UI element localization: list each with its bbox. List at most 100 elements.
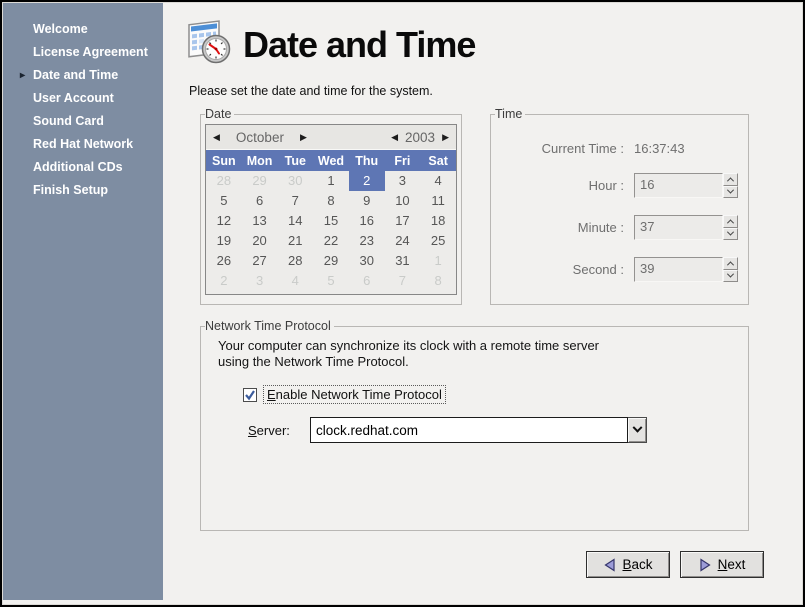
spin-down-button[interactable] xyxy=(723,270,738,283)
sidebar-item-sound-card: Sound Card xyxy=(3,110,163,133)
calendar-day[interactable]: 24 xyxy=(385,231,421,251)
calendar-day[interactable]: 10 xyxy=(385,191,421,211)
calendar-day[interactable]: 15 xyxy=(313,211,349,231)
calendar-day[interactable]: 17 xyxy=(385,211,421,231)
current-time-row: Current Time : 16:37:43 xyxy=(499,141,738,156)
back-label-rest: ack xyxy=(632,557,653,572)
spin-down-button[interactable] xyxy=(723,186,738,199)
sidebar-item-label: Finish Setup xyxy=(33,183,108,197)
wizard-footer: Back Next xyxy=(586,551,764,578)
sidebar-item-label: License Agreement xyxy=(33,45,148,59)
server-label-mnemonic: S xyxy=(248,423,257,438)
sidebar-item-finish-setup: Finish Setup xyxy=(3,179,163,202)
spinner-value[interactable]: 39 xyxy=(634,257,723,282)
active-step-arrow-icon: ▸ xyxy=(20,64,25,87)
calendar-weekday-row: SunMonTueWedThuFriSat xyxy=(206,150,456,171)
calendar-day[interactable]: 29 xyxy=(242,171,278,191)
calendar-day[interactable]: 6 xyxy=(242,191,278,211)
calendar-day[interactable]: 1 xyxy=(313,171,349,191)
calendar-day[interactable]: 7 xyxy=(385,271,421,291)
setup-wizard-window: WelcomeLicense Agreement▸Date and TimeUs… xyxy=(0,0,805,607)
weekday-label-fri: Fri xyxy=(385,154,421,168)
calendar-day[interactable]: 22 xyxy=(313,231,349,251)
next-year-icon[interactable]: ▶ xyxy=(440,132,451,143)
calendar-day-selected[interactable]: 2 xyxy=(349,171,385,191)
server-input[interactable] xyxy=(310,417,628,443)
calendar: ◀ October ▶ ◀ 2003 ▶ SunMonTueWedThuFriS… xyxy=(205,124,457,295)
back-button[interactable]: Back xyxy=(586,551,670,578)
spin-up-button[interactable] xyxy=(723,215,738,228)
next-month-icon[interactable]: ▶ xyxy=(298,132,309,143)
ntp-enable-row: Enable Network Time Protocol xyxy=(243,385,748,404)
calendar-day[interactable]: 5 xyxy=(313,271,349,291)
calendar-clock-icon xyxy=(185,17,233,72)
server-combobox xyxy=(310,417,647,443)
spinner-buttons xyxy=(723,173,738,198)
calendar-day[interactable]: 5 xyxy=(206,191,242,211)
calendar-day[interactable]: 9 xyxy=(349,191,385,211)
chevron-down-icon xyxy=(727,229,734,236)
next-button[interactable]: Next xyxy=(680,551,764,578)
sidebar-item-label: Sound Card xyxy=(33,114,104,128)
calendar-day[interactable]: 27 xyxy=(242,251,278,271)
ntp-enable-label[interactable]: Enable Network Time Protocol xyxy=(263,385,446,404)
calendar-day[interactable]: 3 xyxy=(242,271,278,291)
spin-up-button[interactable] xyxy=(723,257,738,270)
calendar-day[interactable]: 1 xyxy=(420,251,456,271)
spin-down-button[interactable] xyxy=(723,228,738,241)
calendar-day[interactable]: 6 xyxy=(349,271,385,291)
minute-label: Minute : xyxy=(499,220,624,235)
calendar-day[interactable]: 4 xyxy=(420,171,456,191)
ntp-description-line1: Your computer can synchronize its clock … xyxy=(218,338,599,353)
calendar-day[interactable]: 2 xyxy=(206,271,242,291)
calendar-day[interactable]: 26 xyxy=(206,251,242,271)
ntp-enable-checkbox[interactable] xyxy=(243,388,257,402)
hour-row: Hour :16 xyxy=(499,173,738,198)
calendar-day[interactable]: 21 xyxy=(277,231,313,251)
calendar-day[interactable]: 11 xyxy=(420,191,456,211)
back-mnemonic: B xyxy=(622,557,631,572)
calendar-day[interactable]: 4 xyxy=(277,271,313,291)
prev-month-icon[interactable]: ◀ xyxy=(211,132,222,143)
calendar-day[interactable]: 8 xyxy=(420,271,456,291)
minute-spinner[interactable]: 37 xyxy=(634,215,738,240)
calendar-day[interactable]: 23 xyxy=(349,231,385,251)
weekday-label-mon: Mon xyxy=(242,154,278,168)
calendar-day[interactable]: 3 xyxy=(385,171,421,191)
ntp-enable-label-rest: nable Network Time Protocol xyxy=(276,387,442,402)
next-button-label: Next xyxy=(718,557,746,572)
calendar-day[interactable]: 31 xyxy=(385,251,421,271)
calendar-day[interactable]: 28 xyxy=(206,171,242,191)
calendar-day[interactable]: 30 xyxy=(277,171,313,191)
sidebar-item-date-and-time: ▸Date and Time xyxy=(3,64,163,87)
calendar-day[interactable]: 8 xyxy=(313,191,349,211)
ntp-enable-mnemonic: E xyxy=(267,387,276,402)
calendar-day[interactable]: 29 xyxy=(313,251,349,271)
calendar-day[interactable]: 20 xyxy=(242,231,278,251)
spinner-value[interactable]: 16 xyxy=(634,173,723,198)
calendar-day[interactable]: 16 xyxy=(349,211,385,231)
calendar-day[interactable]: 13 xyxy=(242,211,278,231)
calendar-day[interactable]: 28 xyxy=(277,251,313,271)
page-header: Date and Time xyxy=(185,17,801,72)
calendar-day[interactable]: 30 xyxy=(349,251,385,271)
spin-up-button[interactable] xyxy=(723,173,738,186)
server-dropdown-button[interactable] xyxy=(628,417,647,443)
weekday-label-thu: Thu xyxy=(349,154,385,168)
weekday-label-wed: Wed xyxy=(313,154,349,168)
date-legend: Date xyxy=(205,107,234,121)
sidebar-item-label: Welcome xyxy=(33,22,88,36)
hour-spinner[interactable]: 16 xyxy=(634,173,738,198)
second-spinner[interactable]: 39 xyxy=(634,257,738,282)
sidebar-item-user-account: User Account xyxy=(3,87,163,110)
ntp-section: Network Time Protocol Your computer can … xyxy=(200,319,749,531)
calendar-day[interactable]: 14 xyxy=(277,211,313,231)
sidebar-item-label: User Account xyxy=(33,91,114,105)
calendar-day[interactable]: 18 xyxy=(420,211,456,231)
calendar-day[interactable]: 7 xyxy=(277,191,313,211)
spinner-value[interactable]: 37 xyxy=(634,215,723,240)
calendar-day[interactable]: 12 xyxy=(206,211,242,231)
calendar-day[interactable]: 19 xyxy=(206,231,242,251)
calendar-day[interactable]: 25 xyxy=(420,231,456,251)
prev-year-icon[interactable]: ◀ xyxy=(389,132,400,143)
